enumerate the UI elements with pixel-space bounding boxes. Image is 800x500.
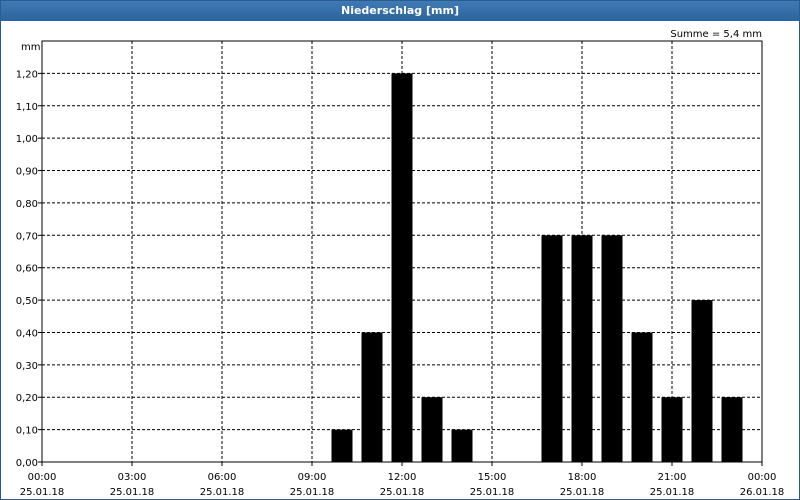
x-tick-time-label: 00:00 bbox=[748, 472, 777, 483]
x-tick-time-label: 09:00 bbox=[298, 472, 327, 483]
y-tick-label: 0,90 bbox=[16, 167, 38, 178]
x-tick-date-label: 25.01.18 bbox=[20, 487, 65, 498]
y-tick-label: 0,10 bbox=[16, 426, 38, 437]
y-tick-label: 0,00 bbox=[16, 458, 38, 469]
y-tick-label: 0,50 bbox=[16, 296, 38, 307]
y-tick-label: 0,70 bbox=[16, 231, 38, 242]
y-tick-label: 0,40 bbox=[16, 328, 38, 339]
x-tick-date-label: 25.01.18 bbox=[290, 487, 335, 498]
chart-window: Niederschlag [mm] mm Summe = 5,4 mm 0,00… bbox=[0, 0, 800, 500]
precipitation-bar bbox=[391, 73, 413, 462]
x-tick-date-label: 25.01.18 bbox=[650, 487, 695, 498]
precipitation-chart: mm Summe = 5,4 mm 0,00 0,10 0,20 0,30 0,40 0,… bbox=[16, 29, 785, 498]
x-tick-time-label: 12:00 bbox=[388, 472, 417, 483]
precipitation-bar bbox=[331, 429, 353, 462]
x-tick-time-label: 00:00 bbox=[28, 472, 57, 483]
y-tick-label: 0,30 bbox=[16, 361, 38, 372]
x-tick-time-label: 06:00 bbox=[208, 472, 237, 483]
y-axis-unit-label: mm bbox=[21, 42, 40, 53]
x-tick-time-label: 03:00 bbox=[118, 472, 147, 483]
x-tick-time-label: 21:00 bbox=[658, 472, 687, 483]
precipitation-bar bbox=[631, 332, 653, 462]
precipitation-bar bbox=[541, 235, 563, 462]
x-tick-date-label: 25.01.18 bbox=[110, 487, 155, 498]
x-tick-date-label: 26.01.18 bbox=[740, 487, 785, 498]
precipitation-bar bbox=[601, 235, 623, 462]
y-tick-label: 0,20 bbox=[16, 393, 38, 404]
precipitation-bar bbox=[661, 397, 683, 462]
precipitation-bar bbox=[571, 235, 593, 462]
x-tick-time-label: 15:00 bbox=[478, 472, 507, 483]
precipitation-bar bbox=[421, 397, 443, 462]
precipitation-bar bbox=[361, 332, 383, 462]
y-tick-label: 1,10 bbox=[16, 102, 38, 113]
x-tick-date-label: 25.01.18 bbox=[380, 487, 425, 498]
x-tick-date-label: 25.01.18 bbox=[560, 487, 605, 498]
x-tick-time-label: 18:00 bbox=[568, 472, 597, 483]
x-tick-date-label: 25.01.18 bbox=[470, 487, 515, 498]
y-tick-label: 1,00 bbox=[16, 134, 38, 145]
x-tick-date-label: 25.01.18 bbox=[200, 487, 245, 498]
sum-annotation: Summe = 5,4 mm bbox=[670, 29, 762, 40]
precipitation-bar bbox=[691, 300, 713, 462]
y-tick-label: 0,60 bbox=[16, 264, 38, 275]
y-tick-label: 0,80 bbox=[16, 199, 38, 210]
y-tick-label: 1,20 bbox=[16, 69, 38, 80]
precipitation-bar bbox=[721, 397, 743, 462]
window-title: Niederschlag [mm] bbox=[1, 1, 799, 21]
precipitation-bar bbox=[451, 429, 473, 462]
